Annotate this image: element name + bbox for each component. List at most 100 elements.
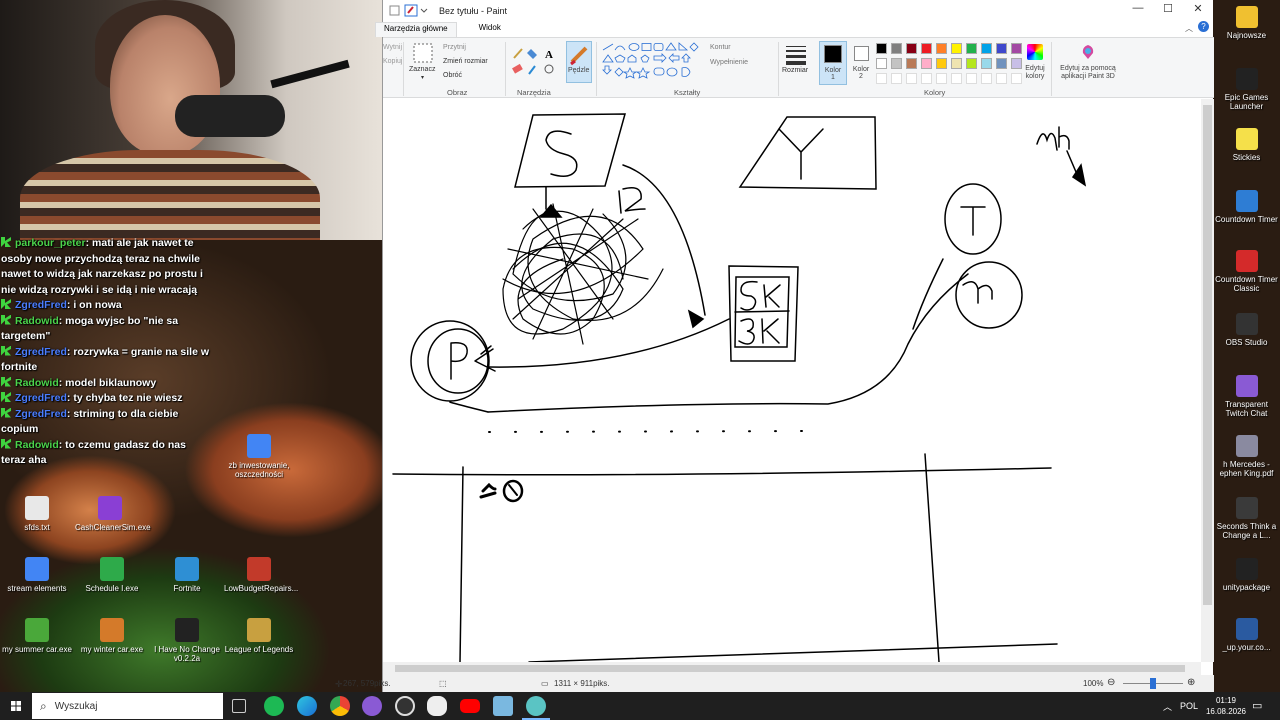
color-swatch[interactable] <box>996 43 1007 54</box>
desktop-icon[interactable]: League of Legends <box>224 618 294 654</box>
zoom-out-button[interactable]: ⊖ <box>1107 677 1115 688</box>
chevron-down-icon[interactable]: ▾ <box>421 74 424 81</box>
desktop-icon[interactable]: Epic Games Launcher <box>1213 68 1280 111</box>
desktop-icon[interactable]: Najnowsze <box>1213 6 1280 40</box>
desktop-icon[interactable]: my winter car.exe <box>77 618 147 654</box>
cut-button[interactable]: Wytnij <box>383 44 402 51</box>
desktop-icon[interactable]: I Have No Change v0.2.2a <box>152 618 222 663</box>
color-swatch[interactable] <box>921 43 932 54</box>
color-swatch[interactable] <box>966 43 977 54</box>
select-icon[interactable] <box>412 42 434 64</box>
color-swatch[interactable] <box>891 58 902 69</box>
custom-color-slot[interactable] <box>891 73 902 84</box>
help-icon[interactable]: ? <box>1198 21 1209 32</box>
fill-dropdown[interactable]: Wypełnienie <box>710 59 748 66</box>
desktop-icon[interactable]: Countdown Timer Classic <box>1213 250 1280 293</box>
brushes-button[interactable]: Pędzle <box>566 41 592 83</box>
minimize-button[interactable]: — <box>1123 2 1153 14</box>
edit-colors-button[interactable]: Edytuj kolory <box>1023 41 1047 85</box>
paint3d-button[interactable]: Edytuj za pomocą aplikacji Paint 3D <box>1055 41 1121 85</box>
shapes-gallery[interactable] <box>601 42 701 82</box>
tools-icons[interactable]: A <box>511 46 557 76</box>
quick-access-toolbar[interactable] <box>389 4 429 17</box>
paint-window[interactable]: Bez tytułu - Paint — ☐ ✕ Narzędzia główn… <box>335 0 1214 693</box>
drawing-canvas[interactable] <box>383 99 1201 662</box>
tab-view[interactable]: Widok <box>471 22 509 37</box>
desktop-icon[interactable]: h Mercedes - ephen King.pdf <box>1213 435 1280 478</box>
system-clock[interactable]: 01:19 16.08.2026 <box>1206 695 1246 717</box>
horizontal-scrollbar[interactable] <box>383 662 1201 675</box>
color-swatch[interactable] <box>951 58 962 69</box>
custom-color-slot[interactable] <box>966 73 977 84</box>
desktop-icon[interactable]: my summer car.exe <box>2 618 72 654</box>
desktop-icon[interactable]: Schedule I.exe <box>77 557 147 593</box>
custom-color-slot[interactable] <box>996 73 1007 84</box>
custom-color-slot[interactable] <box>876 73 887 84</box>
color-swatch[interactable] <box>1011 43 1022 54</box>
zoom-in-button[interactable]: ⊕ <box>1187 677 1195 688</box>
tab-home[interactable]: Narzędzia główne <box>375 22 457 37</box>
color-swatch[interactable] <box>876 43 887 54</box>
color-swatch[interactable] <box>906 43 917 54</box>
desktop-icon[interactable]: Stickies <box>1213 128 1280 162</box>
resize-button[interactable]: Zmień rozmiar <box>443 58 488 65</box>
desktop-icon[interactable]: Countdown Timer <box>1213 190 1280 224</box>
scroll-thumb[interactable] <box>395 665 1185 672</box>
custom-color-slot[interactable] <box>921 73 932 84</box>
obs-icon[interactable] <box>395 696 415 716</box>
desktop-icon[interactable]: CashCleanerSim.exe <box>75 496 151 532</box>
color2-button[interactable]: Kolor 2 <box>849 41 873 85</box>
size-icon[interactable] <box>785 44 807 66</box>
color-swatch[interactable] <box>936 58 947 69</box>
desktop-icon[interactable]: Transparent Twitch Chat <box>1213 375 1280 418</box>
desktop-icon[interactable]: _up.your.co... <box>1213 618 1280 652</box>
start-button[interactable] <box>0 692 32 720</box>
spotify-icon[interactable] <box>264 696 284 716</box>
youtube-icon[interactable] <box>460 699 480 713</box>
desktop-icon[interactable]: Fortnite <box>152 557 222 593</box>
ghost-app-icon[interactable] <box>427 696 447 716</box>
title-bar[interactable]: Bez tytułu - Paint — ☐ ✕ <box>383 0 1213 22</box>
vertical-scrollbar[interactable] <box>1201 99 1214 662</box>
search-box[interactable]: ⌕ Wyszukaj <box>32 693 223 719</box>
crop-button[interactable]: Przytnij <box>443 44 466 51</box>
scroll-thumb[interactable] <box>1203 105 1212 605</box>
size-button[interactable]: Rozmiar <box>782 67 808 74</box>
rotate-button[interactable]: Obróć <box>443 72 462 79</box>
outline-dropdown[interactable]: Kontur <box>710 44 731 51</box>
desktop-icon[interactable]: LowBudgetRepairs... <box>224 557 298 593</box>
paint-taskbar-icon[interactable] <box>526 696 546 716</box>
custom-color-slot[interactable] <box>906 73 917 84</box>
custom-color-slot[interactable] <box>936 73 947 84</box>
language-indicator[interactable]: POL <box>1180 701 1198 711</box>
color1-button[interactable]: Kolor 1 <box>819 41 847 85</box>
color-swatch[interactable] <box>951 43 962 54</box>
desktop-icon[interactable]: Seconds Think a Change a L... <box>1213 497 1280 540</box>
notepad-icon[interactable] <box>493 696 513 716</box>
color-swatch[interactable] <box>981 58 992 69</box>
notifications-icon[interactable]: ▭ <box>1252 699 1262 712</box>
custom-color-slot[interactable] <box>981 73 992 84</box>
desktop-icon[interactable]: sfds.txt <box>2 496 72 532</box>
chrome-icon[interactable] <box>330 696 350 716</box>
close-button[interactable]: ✕ <box>1183 2 1213 15</box>
custom-color-slot[interactable] <box>951 73 962 84</box>
task-view-icon[interactable] <box>232 699 246 713</box>
color-swatch[interactable] <box>891 43 902 54</box>
color-swatch[interactable] <box>966 58 977 69</box>
color-swatch[interactable] <box>996 58 1007 69</box>
color-swatch[interactable] <box>921 58 932 69</box>
zoom-slider-thumb[interactable] <box>1150 678 1156 689</box>
chevron-up-icon[interactable]: ︿ <box>1163 700 1172 713</box>
copy-button[interactable]: Kopiuj <box>383 58 402 65</box>
desktop-icon[interactable]: unitypackage <box>1213 558 1280 592</box>
select-button[interactable]: Zaznacz <box>409 66 435 73</box>
color-swatch[interactable] <box>876 58 887 69</box>
chat-app-icon[interactable] <box>362 696 382 716</box>
color-swatch[interactable] <box>936 43 947 54</box>
desktop-icon[interactable]: stream elements <box>2 557 72 593</box>
desktop-icon[interactable]: zb inwestowanie, oszczedności <box>224 434 294 479</box>
edge-icon[interactable] <box>297 696 317 716</box>
desktop-icon[interactable]: OBS Studio <box>1213 313 1280 347</box>
color-swatch[interactable] <box>906 58 917 69</box>
